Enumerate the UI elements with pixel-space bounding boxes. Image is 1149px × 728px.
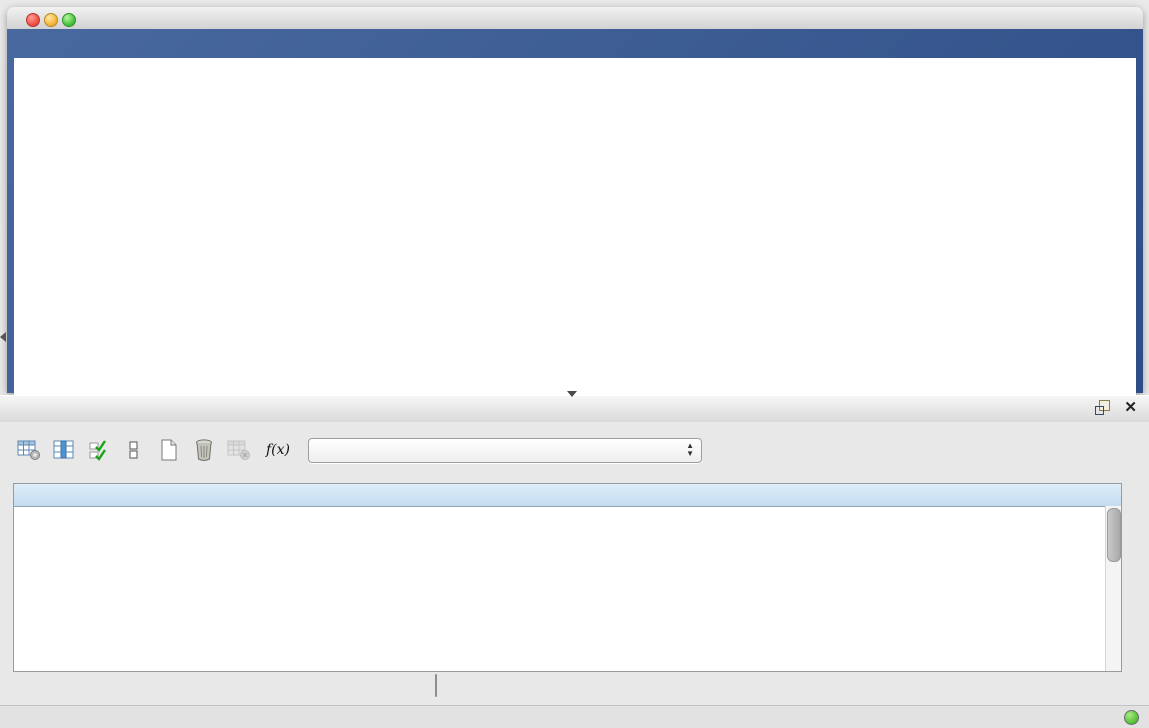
splitter-handle[interactable] xyxy=(567,391,577,397)
table-toolbar: f(x) ▲▼ xyxy=(0,430,1149,470)
table-rows xyxy=(14,506,1106,671)
splitter-collapse-arrow[interactable] xyxy=(0,332,6,342)
network-canvas[interactable] xyxy=(14,58,1136,414)
network-view-window xyxy=(7,7,1143,393)
row-height-icon[interactable] xyxy=(121,437,147,463)
combo-arrows-icon: ▲▼ xyxy=(686,442,694,458)
minimize-window-button[interactable] xyxy=(44,13,58,27)
float-panel-icon[interactable] xyxy=(1095,400,1110,415)
vertical-scrollbar[interactable] xyxy=(1105,506,1121,671)
delete-columns-icon[interactable] xyxy=(191,437,217,463)
table-tab-bar xyxy=(435,674,437,697)
table-header-row xyxy=(14,484,1121,507)
window-titlebar[interactable] xyxy=(7,7,1143,30)
node-table xyxy=(13,483,1122,672)
table-selector-combo[interactable]: ▲▼ xyxy=(308,438,702,463)
create-column-icon[interactable] xyxy=(156,437,182,463)
table-panel-header: ✕ xyxy=(0,395,1149,423)
delete-table-icon[interactable] xyxy=(226,437,252,463)
table-mode-icon[interactable] xyxy=(16,437,42,463)
function-builder-icon[interactable]: f(x) xyxy=(264,442,292,458)
network-graph xyxy=(14,58,1136,414)
status-bar xyxy=(0,705,1149,728)
network-frame xyxy=(7,29,1143,393)
close-panel-icon[interactable]: ✕ xyxy=(1124,400,1137,415)
scrollbar-thumb[interactable] xyxy=(1107,508,1121,562)
close-window-button[interactable] xyxy=(26,13,40,27)
memory-status-indicator[interactable] xyxy=(1124,710,1139,725)
show-columns-icon[interactable] xyxy=(51,437,77,463)
table-panel-body: f(x) ▲▼ xyxy=(0,422,1149,705)
zoom-window-button[interactable] xyxy=(62,13,76,27)
select-columns-icon[interactable] xyxy=(86,437,112,463)
